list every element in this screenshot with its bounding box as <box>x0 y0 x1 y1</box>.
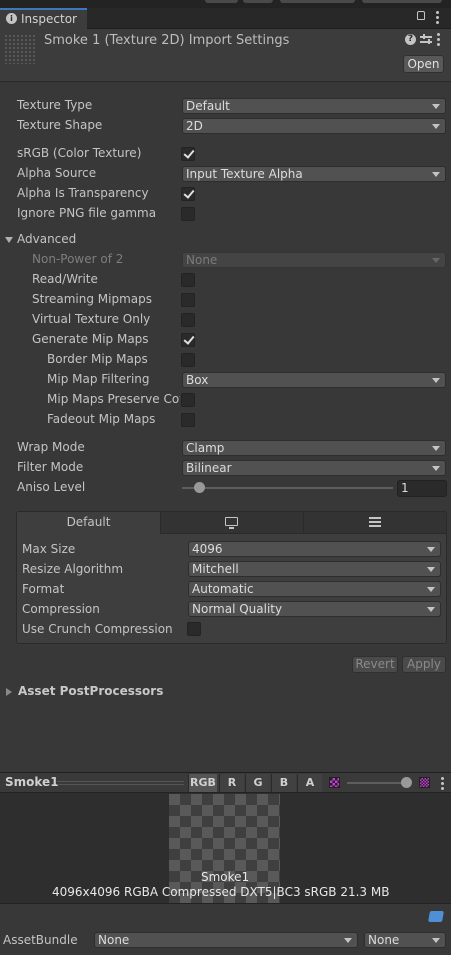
max-size-dropdown[interactable]: 4096 <box>188 541 441 557</box>
monitor-icon <box>225 517 238 526</box>
read-write-checkbox[interactable] <box>181 273 195 287</box>
texture-type-label: Texture Type <box>17 98 93 112</box>
tab-server-platform[interactable] <box>304 512 446 534</box>
wrap-mode-label: Wrap Mode <box>17 440 85 454</box>
revert-button[interactable]: Revert <box>352 656 398 673</box>
channel-b-button[interactable]: B <box>271 774 296 792</box>
apply-button[interactable]: Apply <box>402 656 446 673</box>
wrap-mode-dropdown[interactable]: Clamp <box>182 440 446 456</box>
aniso-level-field[interactable]: 1 <box>397 480 447 497</box>
server-icon <box>369 517 381 528</box>
mip-maps-preserve-coverage-checkbox[interactable] <box>181 393 195 407</box>
virtual-texture-only-checkbox[interactable] <box>181 313 195 327</box>
header-title: Smoke 1 (Texture 2D) Import Settings <box>44 33 290 48</box>
alpha-is-transparency-label: Alpha Is Transparency <box>17 186 149 200</box>
presets-icon[interactable] <box>420 34 432 45</box>
aniso-slider-track[interactable] <box>182 487 393 489</box>
inspector-header: Smoke 1 (Texture 2D) Import Settings ? O… <box>0 29 451 82</box>
generate-mip-maps-checkbox[interactable] <box>181 333 195 347</box>
channel-rgb-button[interactable]: RGB <box>188 774 217 792</box>
format-label: Format <box>22 582 65 596</box>
open-button[interactable]: Open <box>403 55 444 73</box>
compression-label: Compression <box>22 602 100 616</box>
non-power-of-2-label: Non-Power of 2 <box>32 252 124 266</box>
aniso-level-label: Aniso Level <box>17 480 86 494</box>
filter-mode-label: Filter Mode <box>17 460 84 474</box>
format-dropdown[interactable]: Automatic <box>188 581 441 597</box>
max-size-label: Max Size <box>22 542 76 556</box>
mip-map-filtering-label: Mip Map Filtering <box>47 372 150 386</box>
read-write-label: Read/Write <box>32 272 98 286</box>
preview-panel: Smoke1 RGB R G B A Smoke1 4096x4096 RGBA… <box>0 772 451 903</box>
channel-g-button[interactable]: G <box>245 774 270 792</box>
asset-bundle-label: AssetBundle <box>3 933 78 947</box>
texture-shape-dropdown[interactable]: 2D <box>182 118 446 134</box>
border-mip-maps-label: Border Mip Maps <box>47 352 148 366</box>
asset-bundle-footer: AssetBundle None None <box>0 903 451 955</box>
info-icon: i <box>6 13 17 24</box>
asset-postprocessors-foldout[interactable]: Asset PostProcessors <box>18 684 163 698</box>
top-strip <box>0 0 451 8</box>
mip-high-icon <box>419 777 430 788</box>
advanced-expand-icon[interactable] <box>5 237 13 243</box>
preview-menu-icon[interactable] <box>441 777 444 790</box>
use-crunch-label: Use Crunch Compression <box>22 622 173 636</box>
aniso-slider-thumb[interactable] <box>194 482 205 493</box>
mip-slider-thumb[interactable] <box>400 777 412 788</box>
mip-map-filtering-dropdown[interactable]: Box <box>182 372 446 388</box>
srgb-label: sRGB (Color Texture) <box>17 146 142 160</box>
non-power-of-2-dropdown: None <box>182 252 446 268</box>
asset-bundle-variant-dropdown[interactable]: None <box>364 932 446 948</box>
preview-title: Smoke1 <box>5 775 59 789</box>
help-icon[interactable]: ? <box>405 34 416 45</box>
compression-dropdown[interactable]: Normal Quality <box>188 601 441 617</box>
alpha-source-label: Alpha Source <box>17 166 97 180</box>
channel-r-button[interactable]: R <box>219 774 244 792</box>
asset-bundle-name-dropdown[interactable]: None <box>94 932 358 948</box>
texture-asset-icon <box>4 34 36 64</box>
lock-icon[interactable] <box>417 11 425 20</box>
border-mip-maps-checkbox[interactable] <box>181 353 195 367</box>
mip-low-icon <box>329 777 340 788</box>
virtual-texture-only-label: Virtual Texture Only <box>32 312 151 326</box>
streaming-mipmaps-checkbox[interactable] <box>181 293 195 307</box>
tab-bar: i Inspector <box>0 8 451 29</box>
filter-mode-dropdown[interactable]: Bilinear <box>182 460 446 476</box>
use-crunch-checkbox[interactable] <box>187 622 201 636</box>
preview-drag-handle[interactable] <box>57 781 184 785</box>
alpha-source-dropdown[interactable]: Input Texture Alpha <box>182 166 446 182</box>
header-menu-icon[interactable] <box>437 33 440 46</box>
fadeout-mip-maps-checkbox[interactable] <box>181 413 195 427</box>
label-tag-icon[interactable] <box>428 911 444 922</box>
texture-name-label: Smoke1 <box>201 870 250 884</box>
platform-settings-panel: Default Max Size 4096 Resize Algorithm M… <box>16 511 447 644</box>
asset-postprocessors-expand-icon[interactable] <box>6 688 12 696</box>
tab-label: Inspector <box>21 12 77 26</box>
texture-type-dropdown[interactable]: Default <box>182 98 446 114</box>
streaming-mipmaps-label: Streaming Mipmaps <box>32 292 153 306</box>
resize-algorithm-label: Resize Algorithm <box>22 562 124 576</box>
resize-algorithm-dropdown[interactable]: Mitchell <box>188 561 441 577</box>
preview-toolbar: Smoke1 RGB R G B A <box>0 773 451 793</box>
tab-inspector[interactable]: i Inspector <box>0 8 87 29</box>
ignore-png-gamma-label: Ignore PNG file gamma <box>17 206 157 220</box>
fadeout-mip-maps-label: Fadeout Mip Maps <box>47 412 156 426</box>
texture-shape-label: Texture Shape <box>17 118 103 132</box>
advanced-foldout[interactable]: Advanced <box>17 232 76 246</box>
mip-maps-preserve-coverage-label: Mip Maps Preserve Cov <box>47 392 180 406</box>
alpha-is-transparency-checkbox[interactable] <box>181 187 195 201</box>
tab-menu-icon[interactable] <box>436 11 439 24</box>
channel-a-button[interactable]: A <box>297 774 322 792</box>
tab-default-platform[interactable]: Default <box>17 512 161 534</box>
texture-info-label: 4096x4096 RGBA Compressed DXT5|BC3 sRGB … <box>52 885 390 899</box>
generate-mip-maps-label: Generate Mip Maps <box>32 332 149 346</box>
ignore-png-gamma-checkbox[interactable] <box>181 207 195 221</box>
srgb-checkbox[interactable] <box>181 147 195 161</box>
tab-standalone-platform[interactable] <box>161 512 304 534</box>
